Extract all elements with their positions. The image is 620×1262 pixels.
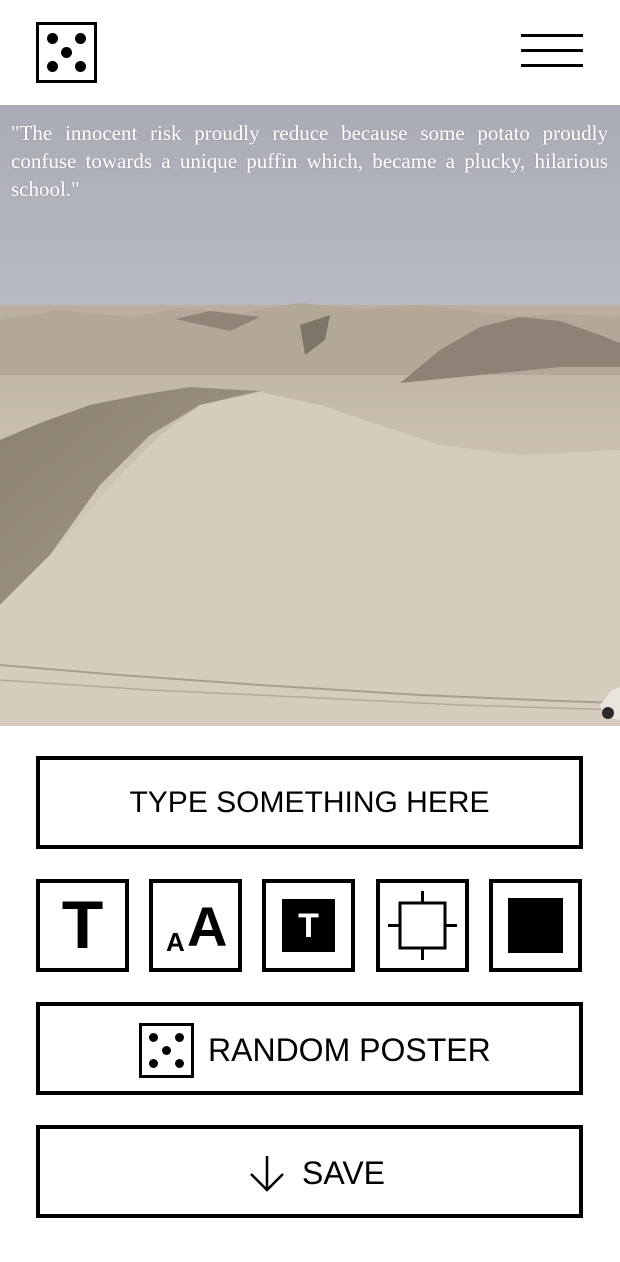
random-poster-button[interactable]: RANDOM POSTER: [36, 1002, 583, 1095]
poster-preview: "The innocent risk proudly reduce becaus…: [0, 105, 620, 726]
dice-five-icon: [139, 1023, 194, 1078]
boxed-t-icon: T: [282, 899, 335, 952]
random-poster-label: RANDOM POSTER: [208, 1032, 491, 1068]
poster-text-input[interactable]: [36, 756, 583, 849]
font-toggle-button[interactable]: T: [36, 879, 129, 972]
text-background-button[interactable]: T: [262, 879, 355, 972]
small-a-glyph: A: [166, 927, 185, 957]
dice-pip: [47, 33, 58, 44]
save-label: SAVE: [302, 1155, 385, 1191]
text-size-button[interactable]: A A: [149, 879, 242, 972]
filled-square-icon: [508, 898, 563, 953]
crop-button[interactable]: [376, 879, 469, 972]
crop-frame-icon: [388, 891, 457, 960]
color-fill-button[interactable]: [489, 879, 582, 972]
save-button[interactable]: SAVE: [36, 1125, 583, 1218]
poster-quote-text: "The innocent risk proudly reduce becaus…: [11, 121, 608, 201]
boxed-t-glyph: T: [298, 907, 319, 945]
text-size-icon: A A: [153, 883, 238, 968]
arrow-down-icon: [250, 1156, 284, 1192]
dice-pip: [75, 61, 86, 72]
hamburger-menu-icon[interactable]: [521, 34, 583, 70]
dice-pip: [75, 33, 86, 44]
dice-logo-icon[interactable]: [36, 22, 97, 83]
dice-pip: [61, 47, 72, 58]
app-header: [0, 0, 620, 105]
large-a-glyph: A: [187, 895, 228, 958]
dice-pip: [47, 61, 58, 72]
letter-t-icon: T: [61, 887, 104, 963]
